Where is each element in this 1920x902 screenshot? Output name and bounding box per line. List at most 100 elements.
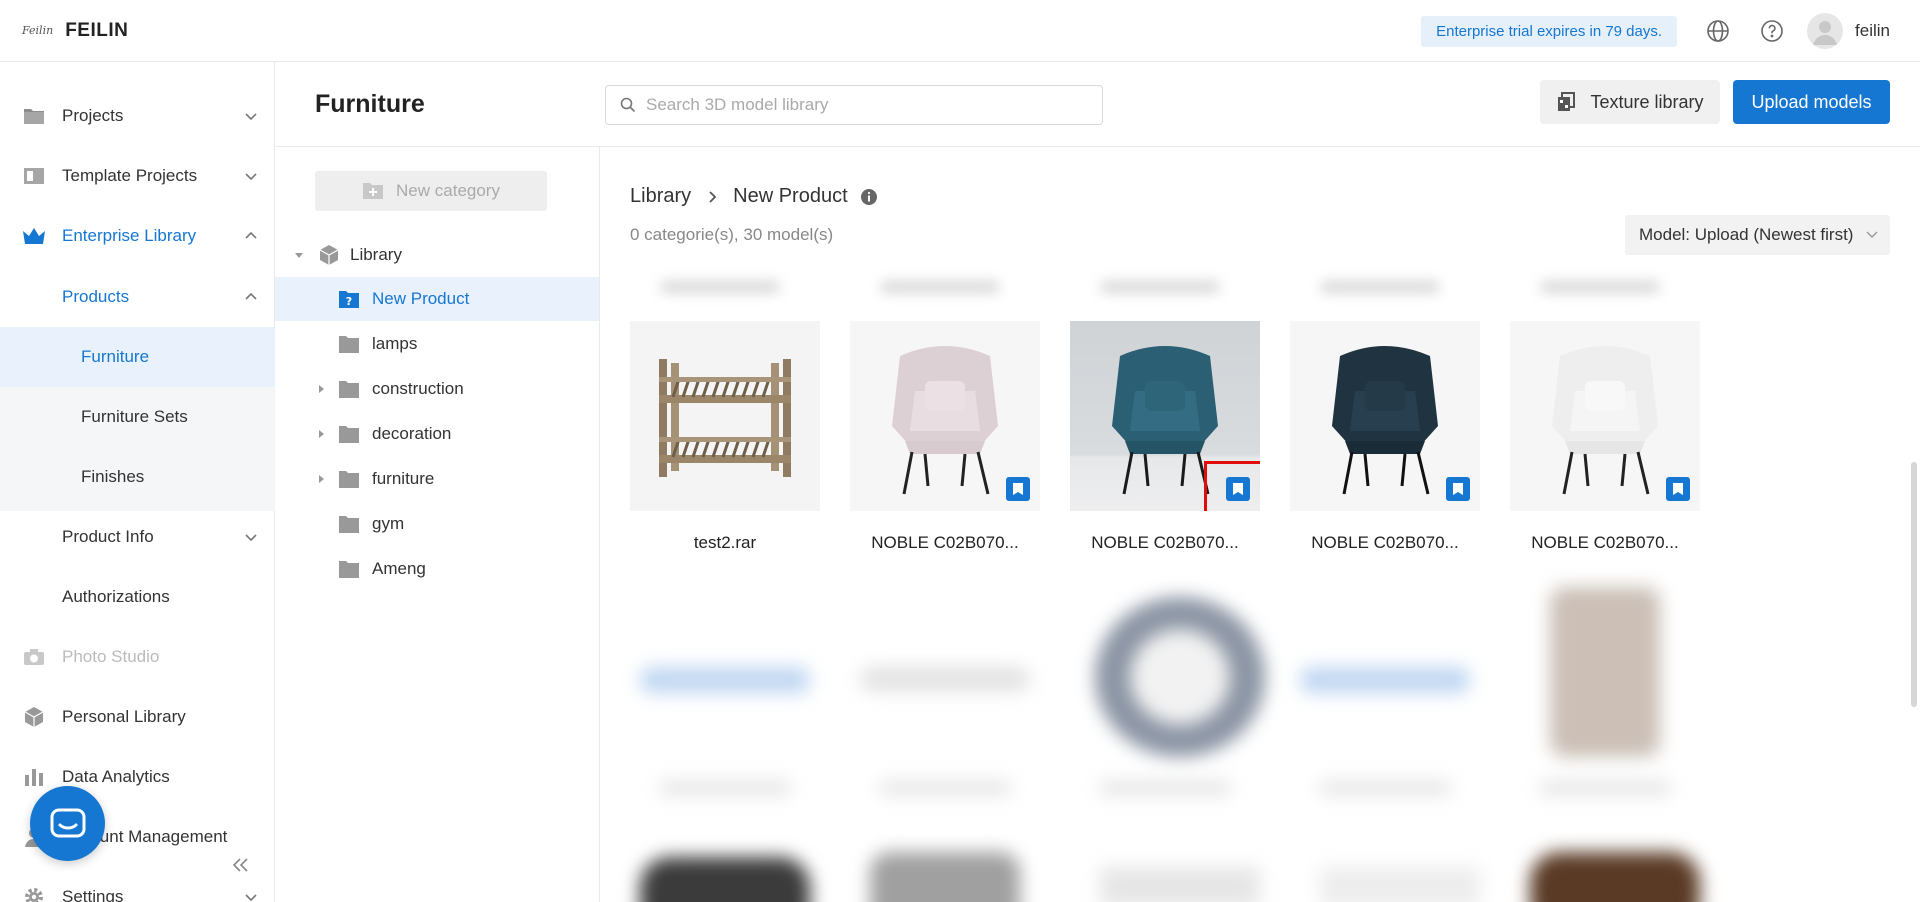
category-tree: New category Library ? New Product lamps… [275, 147, 600, 902]
template-icon [22, 164, 46, 188]
tree-node-construction[interactable]: construction [275, 367, 599, 411]
model-name[interactable]: NOBLE C02B070... [1510, 533, 1700, 553]
cube-icon [22, 705, 46, 729]
chevron-up-icon [245, 231, 257, 239]
tree-node-lamps[interactable]: lamps [275, 322, 599, 366]
tree-node-ameng[interactable]: Ameng [275, 547, 599, 591]
sidebar-item-products[interactable]: Products [0, 267, 275, 327]
tree-node-label: lamps [372, 334, 418, 353]
model-list-area: Library New Product 0 categorie(s), 30 m… [600, 147, 1920, 902]
sidebar-item-furniture[interactable]: Furniture [0, 327, 275, 387]
caret-right-icon[interactable] [315, 428, 327, 440]
new-category-label: New category [396, 181, 500, 200]
sidebar-item-finishes[interactable]: Finishes [0, 447, 275, 507]
model-card[interactable]: NOBLE C02B070... [1070, 321, 1260, 553]
model-thumbnail[interactable] [1070, 321, 1260, 511]
folder-icon [339, 336, 359, 353]
new-category-button[interactable]: New category [315, 171, 547, 211]
model-name[interactable]: test2.rar [630, 533, 820, 553]
trial-notice[interactable]: Enterprise trial expires in 79 days. [1421, 15, 1678, 47]
upload-models-label: Upload models [1751, 91, 1872, 112]
tree-node-label: decoration [372, 424, 452, 443]
folder-icon [22, 104, 46, 128]
folder-icon [339, 561, 359, 578]
sidebar-item-personal-library[interactable]: Personal Library [0, 687, 275, 747]
sidebar-item-product-info[interactable]: Product Info [0, 507, 275, 567]
breadcrumb-root[interactable]: Library [630, 185, 691, 208]
scrollbar-thumb[interactable] [1911, 462, 1917, 707]
tree-node-new-product[interactable]: ? New Product [275, 277, 599, 321]
sidebar-item-label: Authorizations [62, 587, 170, 606]
sidebar-item-label: Enterprise Library [62, 226, 197, 245]
brand-name: FEILIN [65, 19, 129, 41]
logo[interactable]: Feilin FEILIN [22, 20, 128, 42]
upload-models-button[interactable]: Upload models [1733, 80, 1890, 124]
model-name[interactable]: NOBLE C02B070... [850, 533, 1040, 553]
search-icon [620, 97, 636, 113]
tree-node-label: Library [350, 245, 402, 264]
sort-dropdown[interactable]: Model: Upload (Newest first) [1625, 215, 1890, 255]
texture-library-button[interactable]: Texture library [1540, 80, 1720, 124]
model-card[interactable]: test2.rar [630, 321, 820, 553]
sidebar-item-furniture-sets[interactable]: Furniture Sets [0, 387, 275, 447]
model-count: 0 categorie(s), 30 model(s) [630, 225, 834, 244]
chevron-down-icon [245, 534, 257, 542]
sidebar-item-projects[interactable]: Projects [0, 86, 275, 146]
model-thumbnail[interactable] [850, 321, 1040, 511]
camera-icon [22, 645, 46, 669]
chair-image [1332, 346, 1438, 495]
collapse-sidebar-icon[interactable] [230, 855, 250, 875]
avatar[interactable] [1807, 13, 1844, 49]
tree-node-gym[interactable]: gym [275, 502, 599, 546]
bookmark-icon[interactable] [1446, 477, 1470, 501]
chevron-down-icon [245, 894, 257, 902]
shelf-image [659, 359, 791, 477]
model-thumbnail[interactable] [1290, 321, 1480, 511]
texture-icon [1558, 92, 1576, 111]
chevron-down-icon [245, 173, 257, 181]
question-circle-icon[interactable] [1759, 18, 1785, 44]
caret-right-icon[interactable] [315, 383, 327, 395]
sidebar-item-authorizations[interactable]: Authorizations [0, 567, 275, 627]
highlight-box [1204, 461, 1260, 511]
tree-node-library[interactable]: Library [275, 233, 599, 277]
model-name[interactable]: NOBLE C02B070... [1070, 533, 1260, 553]
sidebar-item-label: Products [62, 287, 130, 306]
sidebar-item-photo-studio[interactable]: Photo Studio [0, 627, 275, 687]
chevron-down-icon [245, 113, 257, 121]
search-input[interactable] [646, 95, 1086, 115]
breadcrumb: Library New Product [630, 185, 878, 208]
model-thumbnail[interactable] [1510, 321, 1700, 511]
caret-right-icon[interactable] [315, 473, 327, 485]
tree-node-label: furniture [372, 469, 435, 488]
globe-icon[interactable] [1705, 18, 1731, 44]
tree-node-label: construction [372, 379, 464, 398]
sidebar-item-label: Product Info [62, 527, 154, 546]
model-card[interactable]: NOBLE C02B070... [1290, 321, 1480, 553]
svg-text:?: ? [346, 295, 352, 308]
tree-node-furniture[interactable]: furniture [275, 457, 599, 501]
search-box[interactable] [605, 85, 1103, 125]
info-icon[interactable] [860, 188, 878, 206]
model-thumbnail[interactable] [630, 321, 820, 511]
sidebar-item-label: Furniture [81, 347, 150, 366]
username[interactable]: feilin [1855, 21, 1890, 41]
model-card[interactable]: NOBLE C02B070... [1510, 321, 1700, 553]
folder-icon [339, 516, 359, 533]
scrollbar[interactable] [1906, 147, 1920, 902]
cube-icon [319, 245, 339, 265]
logo-mark: Feilin [22, 24, 54, 37]
bookmark-icon[interactable] [1666, 477, 1690, 501]
folder-icon [339, 426, 359, 443]
sidebar-item-template-projects[interactable]: Template Projects [0, 146, 275, 206]
sidebar-item-label: Projects [62, 106, 124, 125]
sidebar-item-enterprise-library[interactable]: Enterprise Library [0, 206, 275, 266]
texture-library-label: Texture library [1590, 91, 1704, 112]
caret-down-icon[interactable] [293, 249, 305, 261]
model-name[interactable]: NOBLE C02B070... [1290, 533, 1480, 553]
chat-support-button[interactable] [30, 786, 105, 861]
tree-node-decoration[interactable]: decoration [275, 412, 599, 456]
bookmark-icon[interactable] [1006, 477, 1030, 501]
model-card[interactable]: NOBLE C02B070... [850, 321, 1040, 553]
sidebar-item-label: Finishes [81, 467, 145, 486]
